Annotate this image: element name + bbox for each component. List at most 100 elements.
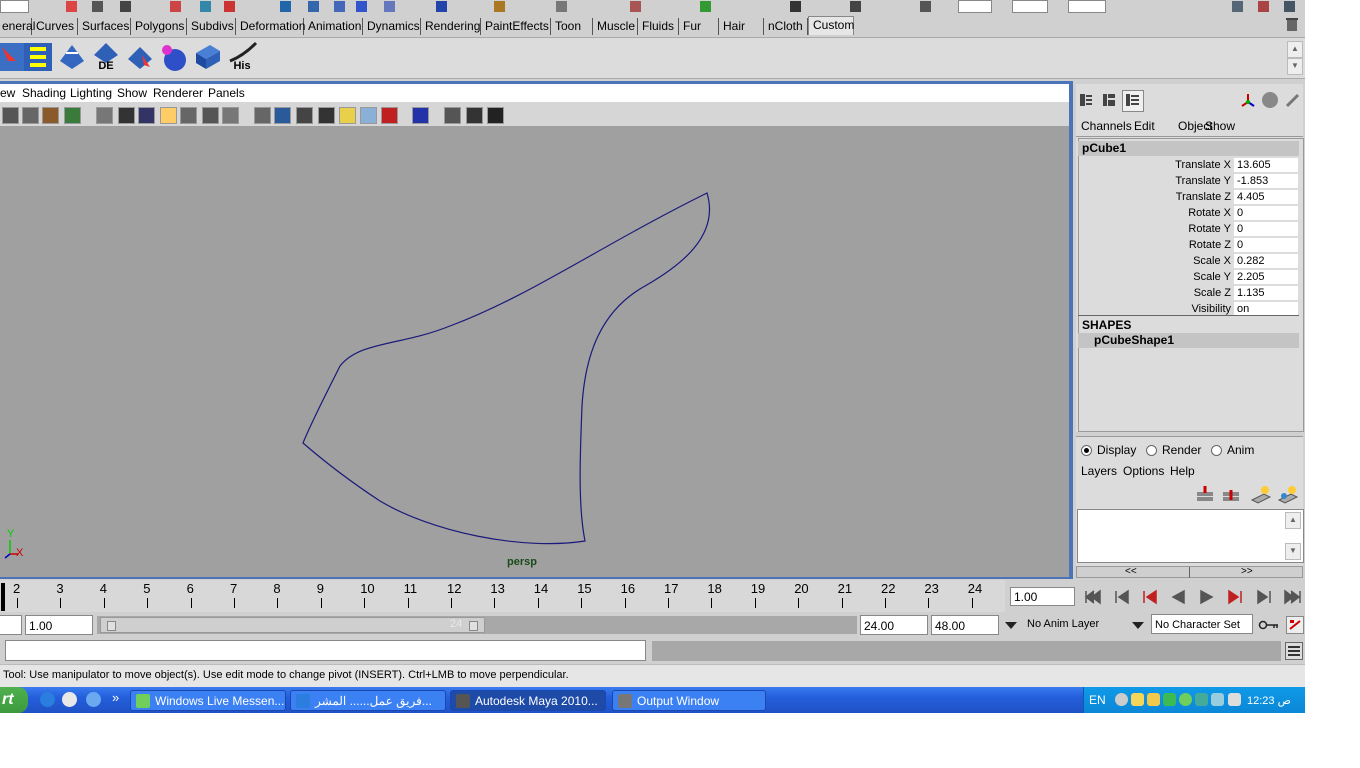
hud-icon[interactable] [444, 107, 461, 124]
bounding-box-icon[interactable] [318, 107, 335, 124]
attribute-row[interactable]: Translate Z 4.405 [1078, 189, 1299, 205]
script-editor-icon[interactable] [1285, 642, 1303, 660]
tray-app-icon[interactable] [1195, 693, 1208, 706]
attribute-row[interactable]: Rotate X0 [1078, 205, 1299, 221]
current-time-marker[interactable] [1, 583, 5, 611]
safe-title-icon[interactable] [222, 107, 239, 124]
new-layer-star-icon[interactable] [1250, 484, 1272, 506]
play-backward-icon[interactable] [1167, 587, 1191, 607]
channel-icon[interactable] [850, 1, 861, 12]
language-indicator[interactable]: EN [1089, 693, 1106, 707]
command-input[interactable] [5, 640, 646, 661]
snap-grid-icon[interactable] [120, 1, 131, 12]
attribute-value[interactable]: 0 [1234, 206, 1298, 220]
layer-from-selection-icon[interactable] [1220, 484, 1242, 506]
attribute-row[interactable]: Rotate Z0 [1078, 237, 1299, 253]
select-icon[interactable] [66, 1, 77, 12]
paint-icon[interactable] [630, 1, 641, 12]
xray-icon[interactable] [381, 107, 398, 124]
viewport-canvas[interactable] [0, 126, 1069, 577]
attribute-row[interactable]: Translate Y -1.853 [1078, 173, 1299, 189]
shelf-de-button[interactable]: DE [90, 41, 122, 73]
ie-icon[interactable] [40, 692, 55, 707]
shelf-tab-curves[interactable]: Curves [32, 18, 78, 35]
bookmark-icon[interactable] [42, 107, 59, 124]
go-to-end-icon[interactable] [1279, 587, 1303, 607]
new-layer-icon[interactable] [1194, 484, 1216, 506]
layer-mode-anim-radio[interactable] [1211, 445, 1222, 456]
range-slider-handle[interactable] [100, 617, 485, 633]
shelf-tab-muscle[interactable]: Muscle [593, 18, 638, 35]
attribute-row[interactable]: Scale Y 2.205 [1078, 269, 1299, 285]
x-input[interactable] [958, 0, 992, 13]
shelf-history-button[interactable]: His [226, 41, 258, 73]
channel-box-menu-edit[interactable]: Edit [1134, 119, 1155, 133]
layer-scroll-down-icon[interactable]: ▼ [1285, 543, 1301, 560]
tray-network-icon[interactable] [1131, 693, 1144, 706]
camera-attr-icon[interactable] [22, 107, 39, 124]
layer-editor-menu-layers[interactable]: Layers [1081, 464, 1117, 478]
camera-icon[interactable] [2, 107, 19, 124]
mode-field[interactable] [0, 0, 29, 13]
shelf-tab-surfaces[interactable]: Surfaces [78, 18, 131, 35]
history-icon[interactable] [280, 1, 291, 12]
anim-layer-field[interactable]: No Anim Layer [1024, 614, 1124, 634]
shelf-distribute-button[interactable] [22, 41, 54, 73]
layer-list[interactable]: ▲ ▼ [1077, 509, 1304, 563]
hypershade-icon[interactable] [384, 1, 395, 12]
taskbar-task-button[interactable]: Output Window [612, 690, 766, 711]
viewport-menu-ew[interactable]: ew [0, 86, 15, 100]
wireframe-icon[interactable] [96, 107, 113, 124]
attribute-value[interactable]: 0 [1234, 238, 1298, 252]
y-input[interactable] [1012, 0, 1048, 13]
shelf-tab-dynamics[interactable]: Dynamics [363, 18, 421, 35]
layout-icon[interactable] [1232, 1, 1243, 12]
step-forward-key-icon[interactable] [1222, 587, 1246, 607]
layer-mode-render-radio[interactable] [1146, 445, 1157, 456]
shelf-cube-button[interactable] [192, 41, 224, 73]
viewport-menu-lighting[interactable]: Lighting [70, 86, 112, 100]
attribute-value[interactable]: on [1234, 302, 1298, 316]
snap-view-icon[interactable] [224, 1, 235, 12]
snap-icon[interactable] [92, 1, 103, 12]
taskbar-task-button[interactable]: Autodesk Maya 2010... [450, 690, 606, 711]
layer-mode-display-radio[interactable] [1081, 445, 1092, 456]
anim-layer-dropdown-icon[interactable] [1005, 622, 1017, 629]
viewport-menu-show[interactable]: Show [117, 86, 147, 100]
lasso-icon[interactable] [494, 1, 505, 12]
render-settings-icon[interactable] [356, 1, 367, 12]
render-icon[interactable] [308, 1, 319, 12]
shelf-scroll-up-icon[interactable]: ▲ [1287, 41, 1303, 58]
taskbar-task-button[interactable]: فريق عمل...... المشر... [290, 690, 446, 711]
range-start-field[interactable]: 1.00 [25, 615, 93, 635]
shelf-tab-painteffects[interactable]: PaintEffects [481, 18, 551, 35]
attribute-editor-icon[interactable] [1284, 1, 1295, 12]
anim-end-field[interactable]: 48.00 [931, 615, 999, 635]
tray-mail-icon[interactable] [1147, 693, 1160, 706]
grid-toggle-icon[interactable] [180, 107, 197, 124]
attribute-row[interactable]: Rotate Y0 [1078, 221, 1299, 237]
character-set-dropdown-icon[interactable] [1132, 622, 1144, 629]
attribute-value[interactable]: 2.205 [1234, 270, 1298, 284]
smooth-shade-icon[interactable] [274, 107, 291, 124]
tray-display-icon[interactable] [1211, 693, 1224, 706]
lights-icon[interactable] [339, 107, 356, 124]
desktop-icon[interactable] [86, 692, 101, 707]
pin-icon[interactable] [1284, 92, 1300, 108]
textured-icon[interactable] [360, 107, 377, 124]
shelf-tab-rendering[interactable]: Rendering [421, 18, 481, 35]
layer-nav-next-button[interactable]: >> [1241, 566, 1253, 577]
shading-icon[interactable] [1262, 92, 1278, 108]
viewport-menu-shading[interactable]: Shading [22, 86, 66, 100]
viewport-menu-panels[interactable]: Panels [208, 86, 245, 100]
attribute-value[interactable]: 0.282 [1234, 254, 1298, 268]
tool-settings-icon[interactable] [790, 1, 801, 12]
transform-icon[interactable] [920, 1, 931, 12]
shelf-tab-fluids[interactable]: Fluids [638, 18, 679, 35]
shelf-tab-ncloth[interactable]: nCloth [764, 18, 808, 35]
shelf-tab-deformation[interactable]: Deformation [236, 18, 305, 35]
channel-layer-icon[interactable] [1122, 90, 1144, 112]
z-input[interactable] [1068, 0, 1106, 13]
anim-prefs-icon[interactable] [1286, 616, 1304, 634]
layer-editor-menu-help[interactable]: Help [1170, 464, 1195, 478]
